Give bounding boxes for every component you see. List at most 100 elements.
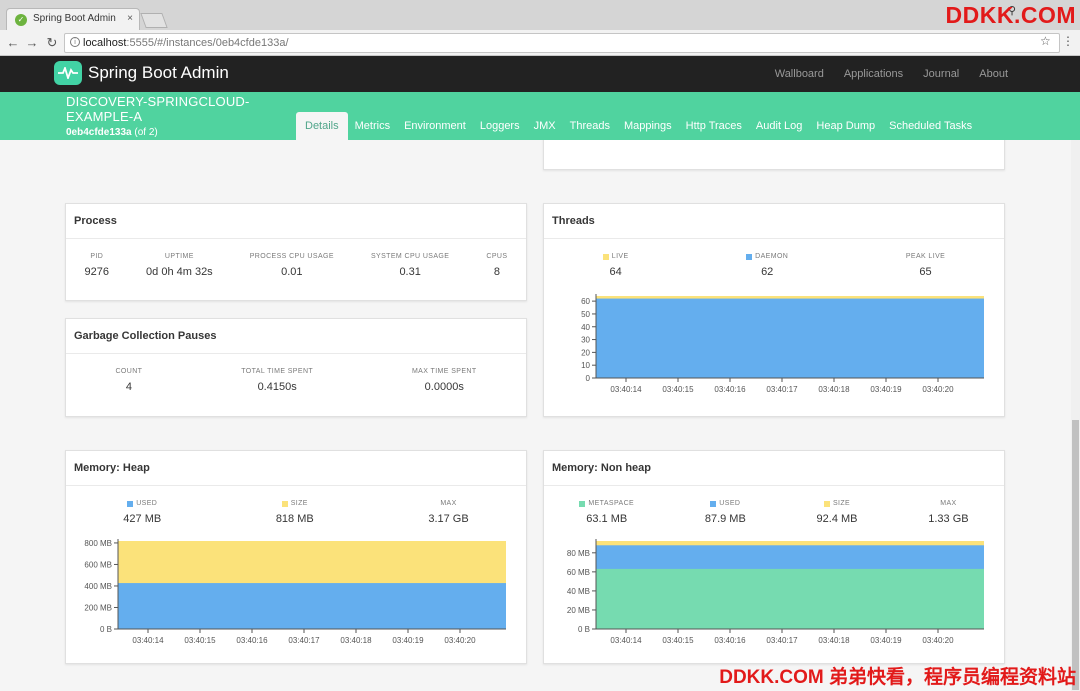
legend-text: USED xyxy=(136,500,158,507)
partial-card xyxy=(543,140,1005,170)
x-tick-label: 03:40:14 xyxy=(610,636,642,645)
legend-text: METASPACE xyxy=(588,500,635,507)
x-tick-label: 03:40:16 xyxy=(714,385,746,394)
y-tick-label: 40 MB xyxy=(567,587,590,596)
tab-jmx[interactable]: JMX xyxy=(527,112,563,140)
stat-nonheap-used: USED 87.9 MB xyxy=(705,500,746,525)
stat-label: PEAK LIVE xyxy=(905,253,946,260)
back-icon[interactable]: ← xyxy=(5,35,21,50)
legend-swatch xyxy=(746,253,753,260)
tab-loggers[interactable]: Loggers xyxy=(473,112,527,140)
nav-wallboard[interactable]: Wallboard xyxy=(775,68,824,80)
tab-metrics[interactable]: Metrics xyxy=(348,112,397,140)
tab-threads[interactable]: Threads xyxy=(563,112,617,140)
browser-menu-icon[interactable]: ⋮ xyxy=(1062,34,1074,48)
stat-gc-total: TOTAL TIME SPENT 0.4150s xyxy=(241,368,313,393)
stat-value: 63.1 MB xyxy=(586,513,628,525)
gc-stats: COUNT 4 TOTAL TIME SPENT 0.4150s MAX TIME … xyxy=(66,354,526,393)
stat-value: 818 MB xyxy=(275,513,314,525)
new-tab-button[interactable] xyxy=(140,13,168,28)
stat-value: 3.17 GB xyxy=(428,513,469,525)
url-field[interactable]: i localhost:5555/#/instances/0eb4cfde133… xyxy=(64,33,1060,53)
tab-mappings[interactable]: Mappings xyxy=(617,112,679,140)
address-bar: ← → ↻ i localhost:5555/#/instances/0eb4c… xyxy=(0,30,1080,56)
x-tick-label: 03:40:19 xyxy=(870,385,902,394)
legend-swatch xyxy=(281,500,288,507)
instance-name: DISCOVERY-SPRINGCLOUD-EXAMPLE-A xyxy=(66,94,250,124)
stat-daemon: DAEMON 62 xyxy=(746,253,788,278)
nav-journal[interactable]: Journal xyxy=(923,68,959,80)
nav-about[interactable]: About xyxy=(979,68,1008,80)
x-tick-label: 03:40:20 xyxy=(922,636,954,645)
x-tick-label: 03:40:20 xyxy=(922,385,954,394)
threads-card: Threads LIVE 64 DAEMON 62 PEAK LIVE 65 0 10 2… xyxy=(543,203,1005,417)
tab-details[interactable]: Details xyxy=(296,112,348,140)
reload-icon[interactable]: ↻ xyxy=(44,35,60,51)
stat-value: 4 xyxy=(125,381,132,393)
url-path: :5555/#/instances/0eb4cfde133a/ xyxy=(126,37,289,49)
browser-tab[interactable]: ✓ Spring Boot Admin × xyxy=(6,8,140,30)
forward-icon[interactable]: → xyxy=(24,35,40,50)
stat-value: 1.33 GB xyxy=(928,513,969,525)
x-tick-label: 03:40:18 xyxy=(818,636,850,645)
stat-heap-max: MAX 3.17 GB xyxy=(428,500,468,525)
tab-http-traces[interactable]: Http Traces xyxy=(679,112,749,140)
y-tick-label: 200 MB xyxy=(84,603,112,612)
instance-header: DISCOVERY-SPRINGCLOUD-EXAMPLE-A 0eb4cfde… xyxy=(0,92,1080,140)
y-tick-label: 50 xyxy=(581,310,590,319)
stat-heap-used: USED 427 MB xyxy=(123,500,161,525)
info-icon[interactable]: i xyxy=(70,37,80,47)
x-tick-label: 03:40:15 xyxy=(662,385,694,394)
nonheap-title: Memory: Non heap xyxy=(544,451,1004,486)
x-tick-label: 03:40:19 xyxy=(870,636,902,645)
stat-value: 92.4 MB xyxy=(816,513,858,525)
stat-label: USED xyxy=(705,500,746,507)
stat-gc-max: MAX TIME SPENT 0.0000s xyxy=(412,368,477,393)
gc-title: Garbage Collection Pauses xyxy=(66,319,526,354)
browser-tabstrip: ✓ Spring Boot Admin × ⚲ DDKK.COM xyxy=(0,0,1080,30)
threads-stats: LIVE 64 DAEMON 62 PEAK LIVE 65 xyxy=(544,239,1004,278)
stat-value: 62 xyxy=(761,266,774,278)
stat-label: SYSTEM CPU USAGE xyxy=(370,253,450,260)
legend-swatch xyxy=(710,500,717,507)
tab-environment[interactable]: Environment xyxy=(397,112,473,140)
stat-value: 8 xyxy=(493,266,500,278)
scrollbar-thumb[interactable] xyxy=(1072,420,1079,690)
close-tab-icon[interactable]: × xyxy=(127,13,133,24)
x-tick-label: 03:40:15 xyxy=(662,636,694,645)
stat-value: 87.9 MB xyxy=(704,513,746,525)
y-tick-label: 0 xyxy=(586,374,591,383)
tab-scheduled-tasks[interactable]: Scheduled Tasks xyxy=(882,112,979,140)
y-tick-label: 0 B xyxy=(100,625,112,634)
x-tick-label: 03:40:14 xyxy=(132,636,164,645)
stat-label: PID xyxy=(90,253,104,260)
y-tick-label: 80 MB xyxy=(567,549,590,558)
stat-label: MAX xyxy=(940,500,957,507)
tab-heap-dump[interactable]: Heap Dump xyxy=(809,112,882,140)
stat-value: 0.31 xyxy=(399,266,421,278)
tab-audit-log[interactable]: Audit Log xyxy=(749,112,809,140)
heap-chart: 0 B 200 MB 400 MB 600 MB 800 MB 03:40:14 03:40… xyxy=(84,539,506,645)
x-tick-label: 03:40:16 xyxy=(714,636,746,645)
details-content: Process PID 9276 UPTIME 0d 0h 4m 32s PROCE… xyxy=(0,140,1080,691)
nav-links: Wallboard Applications Journal About xyxy=(775,68,1008,80)
page-scrollbar[interactable] xyxy=(1071,140,1080,691)
stat-heap-size: SIZE 818 MB xyxy=(276,500,314,525)
x-tick-label: 03:40:17 xyxy=(288,636,320,645)
y-tick-label: 10 xyxy=(581,361,590,370)
nonheap-card: Memory: Non heap METASPACE 63.1 MB USED 87… xyxy=(543,450,1005,664)
stat-label: SIZE xyxy=(276,500,314,507)
bookmark-star-icon[interactable]: ☆ xyxy=(1040,34,1051,48)
stat-value: 65 xyxy=(919,266,932,278)
y-tick-label: 60 xyxy=(581,297,590,306)
brand[interactable]: Spring Boot Admin xyxy=(54,61,229,85)
legend-text: USED xyxy=(719,500,741,507)
stat-live: LIVE 64 xyxy=(602,253,629,278)
stat-label: SIZE xyxy=(817,500,858,507)
app-navbar: Spring Boot Admin Wallboard Applications… xyxy=(0,56,1080,92)
stat-label: MAX xyxy=(440,500,457,507)
stat-peak-live: PEAK LIVE 65 xyxy=(906,253,945,278)
watermark-bottom: DDKK.COM 弟弟快看，程序员编程资料站 xyxy=(719,667,1076,688)
stat-cpus: CPUS 8 xyxy=(486,253,507,278)
nav-applications[interactable]: Applications xyxy=(844,68,903,80)
